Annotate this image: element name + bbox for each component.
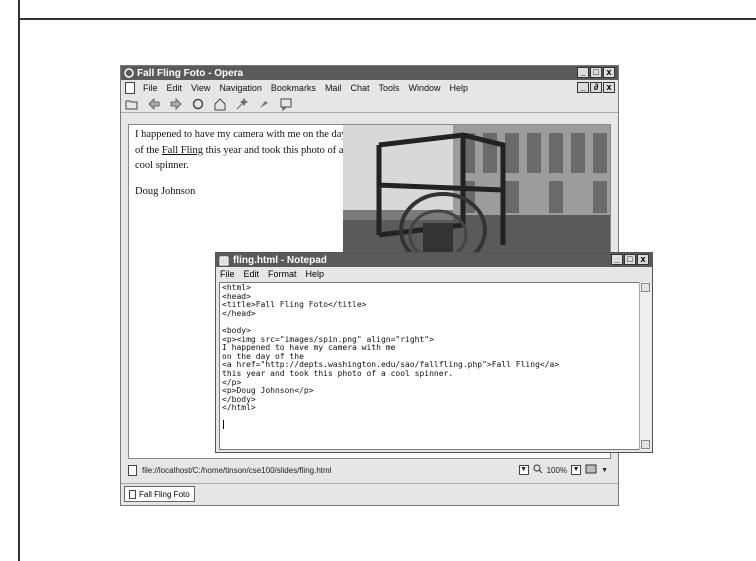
tab-page-icon bbox=[129, 489, 136, 499]
scroll-up-arrow[interactable] bbox=[641, 283, 650, 292]
notepad-scrollbar[interactable] bbox=[639, 282, 651, 450]
text-caret bbox=[223, 420, 224, 429]
scroll-down-arrow[interactable] bbox=[641, 440, 650, 449]
menu-chat[interactable]: Chat bbox=[350, 83, 369, 93]
notepad-titlebar[interactable]: fling.html - Notepad _ □ x bbox=[216, 253, 652, 267]
reload-icon[interactable] bbox=[191, 97, 205, 111]
notepad-text-area[interactable]: <html> <head> <title>Fall Fling Foto</ti… bbox=[219, 282, 640, 450]
menu-help[interactable]: Help bbox=[450, 83, 469, 93]
status-url: file://localhost/C:/home/tinson/cse100/s… bbox=[142, 465, 332, 475]
open-folder-icon[interactable] bbox=[125, 97, 139, 111]
tools-icon[interactable] bbox=[257, 97, 271, 111]
view-icon[interactable] bbox=[585, 464, 597, 476]
maximize-button[interactable]: □ bbox=[590, 67, 602, 78]
status-page-icon bbox=[128, 464, 137, 476]
notepad-menu-help[interactable]: Help bbox=[306, 269, 325, 279]
menu-bookmarks[interactable]: Bookmarks bbox=[271, 83, 316, 93]
notepad-window: fling.html - Notepad _ □ x File Edit For… bbox=[215, 252, 653, 453]
opera-title: Fall Fling Foto - Opera bbox=[137, 67, 244, 79]
notepad-minimize-button[interactable]: _ bbox=[611, 254, 623, 265]
inner-minimize-button[interactable]: _ bbox=[577, 82, 589, 93]
notepad-menu-format[interactable]: Format bbox=[268, 269, 297, 279]
notepad-menubar: File Edit Format Help bbox=[216, 267, 652, 281]
opera-titlebar[interactable]: Fall Fling Foto - Opera _ □ x bbox=[121, 66, 618, 80]
menu-mail[interactable]: Mail bbox=[325, 83, 342, 93]
tab-bar: Fall Fling Foto bbox=[121, 483, 618, 504]
slide-border-top bbox=[18, 18, 756, 20]
menu-edit[interactable]: Edit bbox=[167, 83, 183, 93]
view-dropdown-icon[interactable]: ▼ bbox=[601, 467, 608, 474]
status-bar: file://localhost/C:/home/tinson/cse100/s… bbox=[128, 462, 611, 478]
zoom-dropdown-button[interactable]: ▼ bbox=[571, 465, 582, 475]
menu-file[interactable]: File bbox=[143, 83, 158, 93]
forward-icon[interactable] bbox=[169, 97, 183, 111]
slide-border-left bbox=[18, 0, 20, 561]
tab-fall-fling-foto[interactable]: Fall Fling Foto bbox=[124, 486, 195, 502]
wand-icon[interactable] bbox=[235, 97, 249, 111]
menu-navigation[interactable]: Navigation bbox=[219, 83, 262, 93]
notepad-maximize-button[interactable]: □ bbox=[624, 254, 636, 265]
html-source: <html> <head> <title>Fall Fling Foto</ti… bbox=[222, 283, 560, 413]
inner-restore-button[interactable]: ∂ bbox=[590, 82, 602, 93]
zoom-icon[interactable] bbox=[533, 464, 543, 476]
notepad-menu-edit[interactable]: Edit bbox=[244, 269, 260, 279]
notepad-menu-file[interactable]: File bbox=[220, 269, 235, 279]
notepad-title: fling.html - Notepad bbox=[233, 254, 327, 266]
close-button[interactable]: x bbox=[603, 67, 615, 78]
menu-window[interactable]: Window bbox=[408, 83, 440, 93]
menu-view[interactable]: View bbox=[191, 83, 210, 93]
fall-fling-link[interactable]: Fall Fling bbox=[162, 145, 203, 156]
tab-label: Fall Fling Foto bbox=[139, 489, 190, 499]
minimize-button[interactable]: _ bbox=[577, 67, 589, 78]
inner-close-button[interactable]: x bbox=[603, 82, 615, 93]
spinner-photo bbox=[343, 125, 610, 256]
back-icon[interactable] bbox=[147, 97, 161, 111]
home-icon[interactable] bbox=[213, 97, 227, 111]
opera-menubar: File Edit View Navigation Bookmarks Mail… bbox=[121, 80, 618, 95]
page-icon bbox=[125, 81, 135, 94]
menu-tools[interactable]: Tools bbox=[378, 83, 399, 93]
opera-toolbar bbox=[121, 95, 618, 113]
page-paragraph: I happened to have my camera with me on … bbox=[135, 127, 350, 174]
notepad-icon bbox=[219, 255, 230, 266]
opera-logo-icon bbox=[124, 68, 134, 78]
notepad-close-button[interactable]: x bbox=[637, 254, 649, 265]
url-dropdown-button[interactable]: ▼ bbox=[518, 465, 529, 475]
signature: Doug Johnson bbox=[135, 186, 196, 197]
zoom-level[interactable]: 100% bbox=[547, 466, 567, 475]
chat-icon[interactable] bbox=[279, 97, 293, 111]
